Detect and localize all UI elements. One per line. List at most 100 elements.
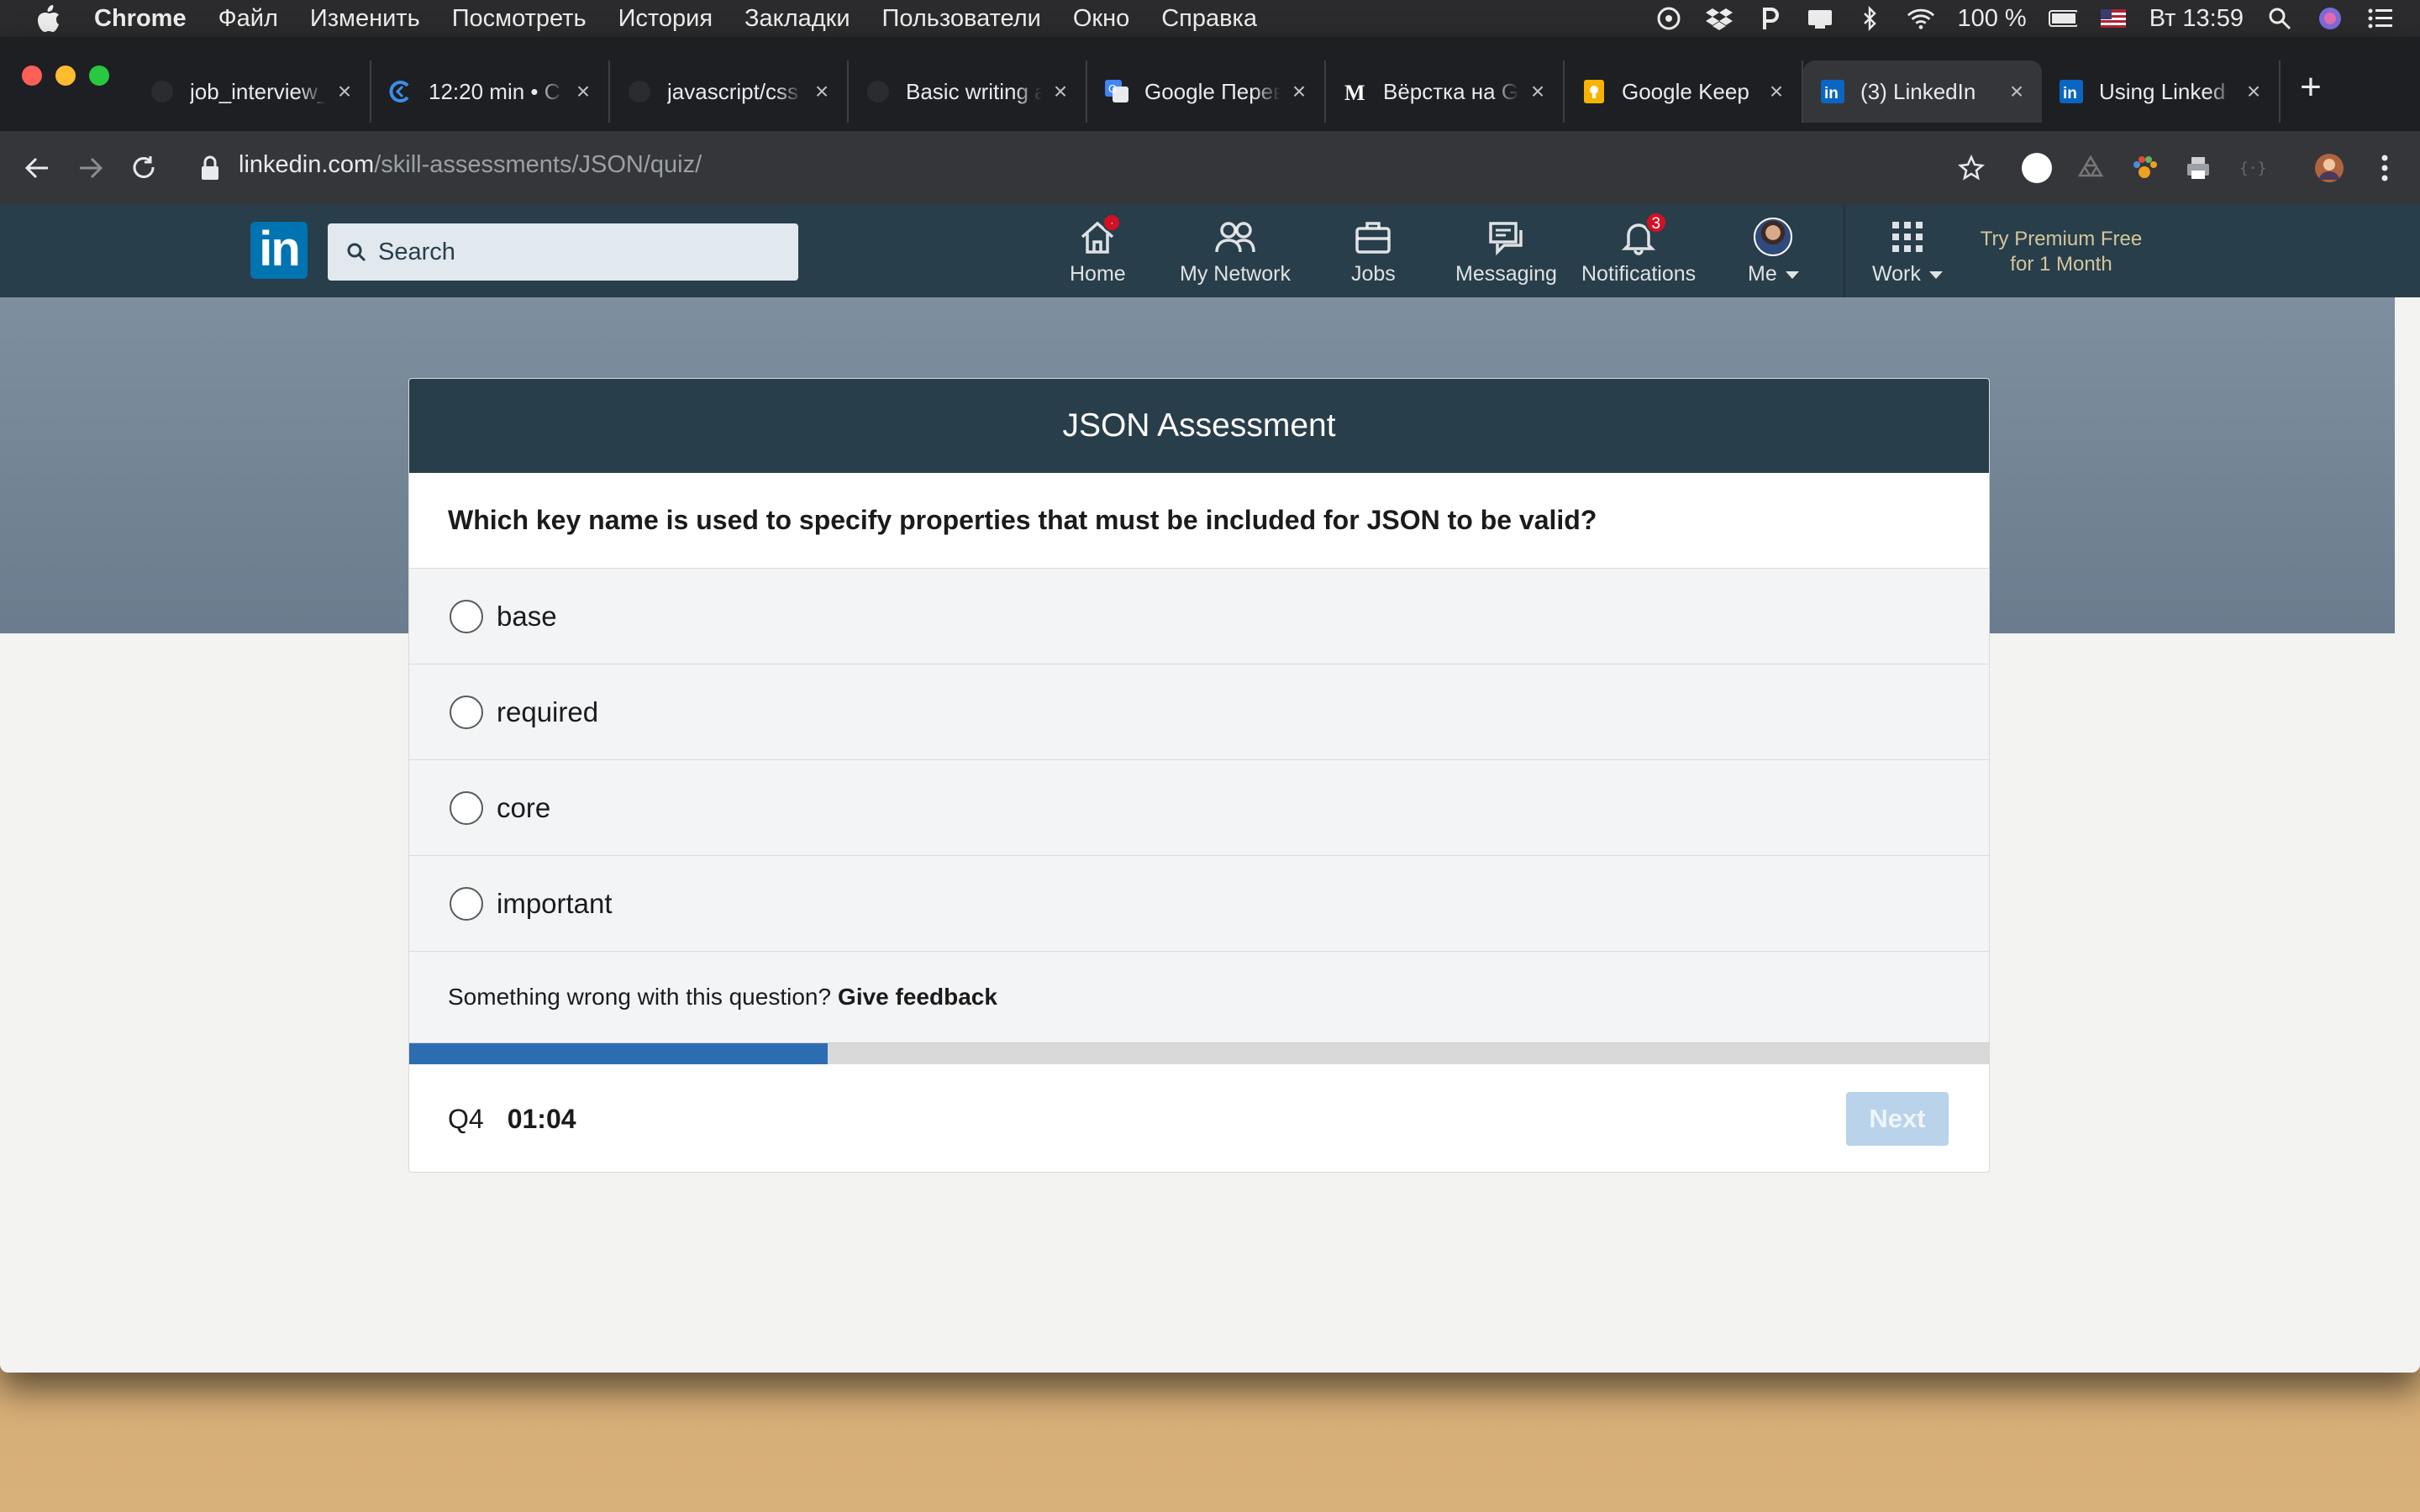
menu-users[interactable]: Пользователи xyxy=(882,5,1041,33)
nav-home[interactable]: · Home xyxy=(1070,213,1126,292)
premium-line-1: Try Premium Free xyxy=(1980,228,2143,250)
menu-file[interactable]: Файл xyxy=(218,5,278,33)
address-bar[interactable]: linkedin.com/skill-assessments/JSON/quiz… xyxy=(239,151,702,179)
nav-notifications[interactable]: 3 Notifications xyxy=(1581,212,1696,292)
nav-my-network[interactable]: My Network xyxy=(1180,217,1291,292)
tab-close-icon[interactable]: × xyxy=(1287,78,1311,104)
tab-close-icon[interactable]: × xyxy=(810,78,834,104)
dropbox-icon[interactable] xyxy=(1705,6,1733,31)
battery-percent: 100 % xyxy=(1957,4,2027,32)
tab-title: javascript/css xyxy=(667,78,799,104)
nav-work[interactable]: Work xyxy=(1872,217,1943,292)
menu-bookmarks[interactable]: Закладки xyxy=(744,5,850,33)
url-path: /skill-assessments/JSON/quiz/ xyxy=(374,151,702,178)
search-bar[interactable] xyxy=(328,223,798,281)
nav-jobs[interactable]: Jobs xyxy=(1351,217,1396,292)
tab-title: Using Linked xyxy=(2099,78,2226,104)
nav-network-label: My Network xyxy=(1180,262,1291,286)
answer-option[interactable]: important xyxy=(409,856,1989,952)
menu-view[interactable]: Посмотреть xyxy=(452,5,587,33)
next-button[interactable]: Next xyxy=(1846,1092,1949,1146)
browser-tab[interactable]: Basic writing a × xyxy=(849,60,1087,123)
browser-tab[interactable]: job_interview_ × xyxy=(133,60,371,123)
chrome-menu-icon[interactable] xyxy=(2368,151,2402,185)
extension-recycle-icon[interactable] xyxy=(2074,151,2107,185)
browser-tab[interactable]: G Google Перев × xyxy=(1087,60,1326,123)
answer-option[interactable]: base xyxy=(409,569,1989,664)
tab-title: job_interview_ xyxy=(190,78,326,104)
answer-option[interactable]: core xyxy=(409,760,1989,856)
window-zoom-button[interactable] xyxy=(89,66,109,86)
reload-icon[interactable] xyxy=(126,150,163,186)
menu-window[interactable]: Окно xyxy=(1073,5,1129,33)
svg-text:in: in xyxy=(1824,85,1839,102)
browser-tab[interactable]: 12:20 min • C × xyxy=(371,60,610,123)
extension-brackets-icon[interactable]: {·} xyxy=(2235,151,2269,185)
linkedin-logo[interactable]: in xyxy=(250,222,308,279)
skype-p-icon[interactable] xyxy=(1755,6,1784,31)
extension-print-icon[interactable] xyxy=(2181,151,2215,185)
notification-center-icon[interactable] xyxy=(1806,6,1834,31)
feedback-row: Something wrong with this question? Give… xyxy=(409,952,1989,1042)
clock-icon xyxy=(388,79,413,104)
menu-edit[interactable]: Изменить xyxy=(310,5,420,33)
tab-close-icon[interactable]: × xyxy=(1049,78,1072,104)
menu-help[interactable]: Справка xyxy=(1161,5,1257,33)
nav-me[interactable]: Me xyxy=(1748,217,1799,292)
tab-close-icon[interactable]: × xyxy=(333,78,356,104)
radio-button[interactable] xyxy=(450,695,483,729)
browser-tab[interactable]: Google Keep × xyxy=(1565,60,1803,123)
avatar xyxy=(1753,217,1793,257)
back-icon[interactable] xyxy=(18,150,55,186)
search-input[interactable] xyxy=(378,238,781,266)
answer-label: core xyxy=(497,791,551,823)
clock[interactable]: Вт 13:59 xyxy=(2149,5,2244,33)
browser-tab[interactable]: in Using Linked × xyxy=(2042,60,2281,123)
forward-icon[interactable] xyxy=(72,150,109,186)
window-close-button[interactable] xyxy=(22,66,42,86)
profile-avatar-icon[interactable] xyxy=(2312,151,2346,185)
tab-close-icon[interactable]: × xyxy=(2005,78,2028,104)
menu-app-name[interactable]: Chrome xyxy=(94,5,187,33)
wifi-icon[interactable] xyxy=(1907,6,1935,31)
window-minimize-button[interactable] xyxy=(55,66,76,86)
try-premium-link[interactable]: Try Premium Free for 1 Month xyxy=(1965,227,2158,277)
answer-label: important xyxy=(497,887,613,919)
browser-tab[interactable]: M Вёрстка на G × xyxy=(1326,60,1565,123)
menu-history[interactable]: История xyxy=(618,5,713,33)
nav-work-label: Work xyxy=(1872,262,1943,286)
svg-text:M: M xyxy=(1344,81,1365,103)
lock-icon[interactable] xyxy=(200,155,220,181)
viber-icon[interactable] xyxy=(1655,6,1683,31)
siri-icon[interactable] xyxy=(2316,6,2344,31)
github-icon xyxy=(865,79,891,104)
nav-divider xyxy=(1844,205,1845,297)
bookmark-star-icon[interactable] xyxy=(1954,151,1988,185)
radio-button[interactable] xyxy=(450,599,483,633)
control-list-icon[interactable] xyxy=(2366,6,2395,31)
nav-messaging[interactable]: Messaging xyxy=(1455,217,1557,292)
radio-button[interactable] xyxy=(450,790,483,825)
input-source-flag-icon[interactable] xyxy=(2099,6,2128,31)
spotlight-icon[interactable] xyxy=(2265,6,2294,31)
search-icon xyxy=(346,242,366,262)
battery-icon[interactable] xyxy=(2048,6,2077,31)
radio-button[interactable] xyxy=(450,886,483,921)
quiz-timer: 01:04 xyxy=(507,1103,576,1134)
grid-icon xyxy=(1887,217,1928,257)
new-tab-icon[interactable]: + xyxy=(2292,66,2329,108)
bluetooth-icon[interactable] xyxy=(1856,6,1885,31)
apple-menu-icon[interactable] xyxy=(32,2,66,35)
extension-circle-icon[interactable] xyxy=(2020,151,2054,185)
browser-tab[interactable]: javascript/css × xyxy=(610,60,849,123)
tab-close-icon[interactable]: × xyxy=(1526,78,1549,104)
github-icon xyxy=(150,79,175,104)
tab-close-icon[interactable]: × xyxy=(1765,78,1788,104)
macos-menu-bar: Chrome Файл Изменить Посмотреть История … xyxy=(0,0,2420,37)
tab-close-icon[interactable]: × xyxy=(571,78,595,104)
tab-close-icon[interactable]: × xyxy=(2242,78,2265,104)
give-feedback-link[interactable]: Give feedback xyxy=(838,984,997,1011)
browser-tab-active[interactable]: in (3) LinkedIn × xyxy=(1803,60,2042,123)
answer-option[interactable]: required xyxy=(409,664,1989,760)
extension-paw-icon[interactable] xyxy=(2128,151,2161,185)
